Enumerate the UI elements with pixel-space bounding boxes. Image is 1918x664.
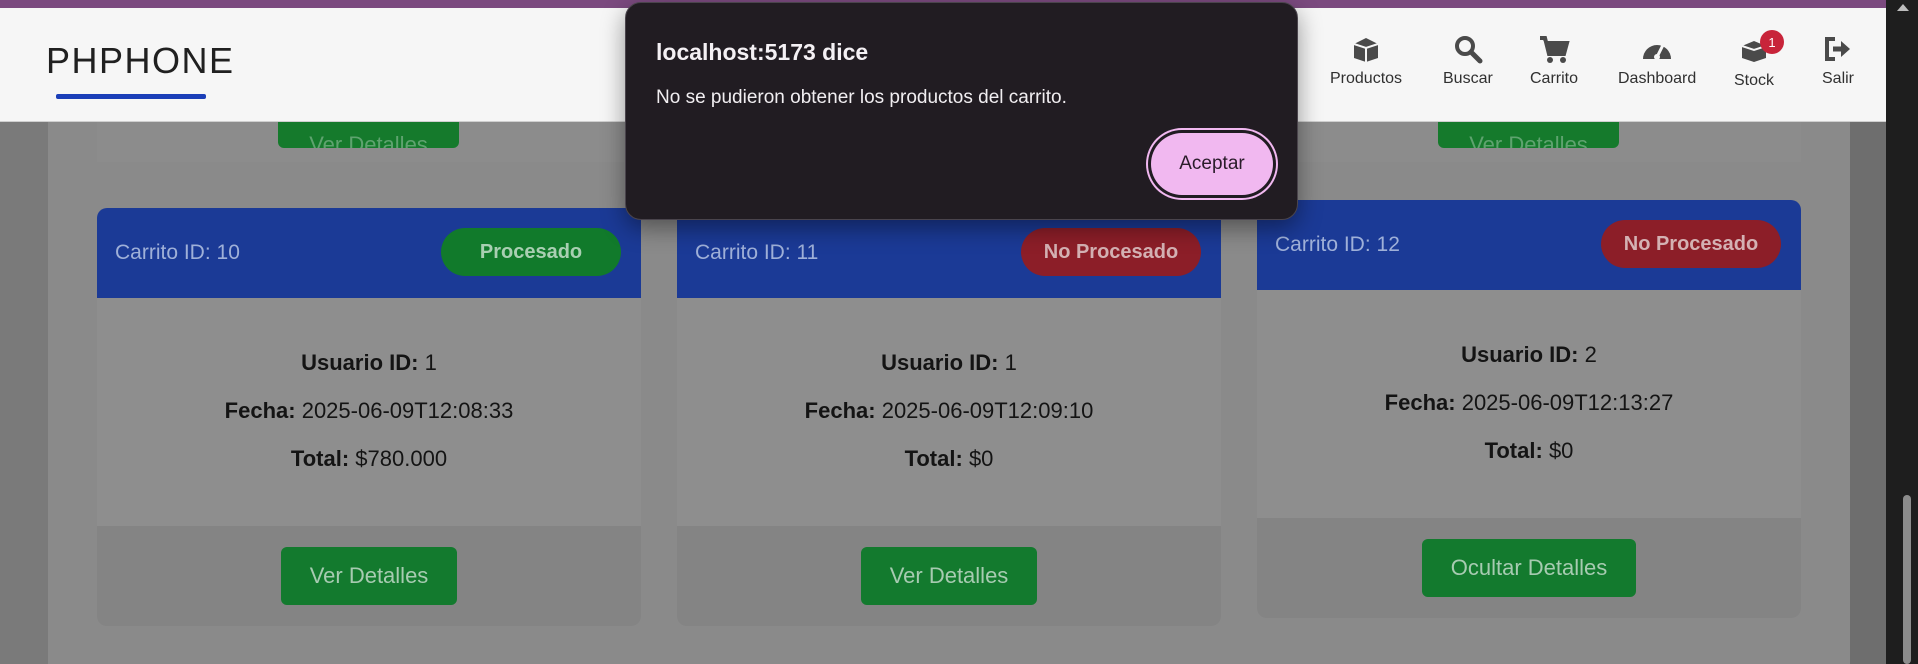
status-badge: No Procesado bbox=[1601, 220, 1781, 268]
nav-label: Carrito bbox=[1530, 70, 1579, 87]
total-row: Total: $780.000 bbox=[290, 446, 448, 471]
user-row: Usuario ID: 2 bbox=[1461, 342, 1597, 367]
status-badge: Procesado bbox=[441, 228, 621, 276]
nav-dashboard[interactable]: Dashboard bbox=[1618, 32, 1696, 88]
nav-label: Salir bbox=[1822, 70, 1855, 87]
user-row: Usuario ID: 1 bbox=[881, 350, 1017, 375]
card-body: Usuario ID: 1 Fecha: 2025-06-09T12:09:10… bbox=[677, 298, 1221, 526]
previous-details-button[interactable]: Ver Detalles bbox=[1438, 122, 1619, 148]
nav-label: Dashboard bbox=[1618, 70, 1697, 87]
nav-stock[interactable]: 1 Stock bbox=[1734, 30, 1784, 90]
card-body: Usuario ID: 2 Fecha: 2025-06-09T12:13:27… bbox=[1257, 290, 1801, 518]
cart-card: Carrito ID: 12 No Procesado Usuario ID: … bbox=[1257, 200, 1801, 618]
nav-productos[interactable]: Productos bbox=[1330, 32, 1402, 88]
dashboard-icon bbox=[1641, 32, 1673, 66]
accept-button[interactable]: Aceptar bbox=[1151, 133, 1273, 195]
total-row: Total: $0 bbox=[904, 446, 994, 471]
status-badge: No Procesado bbox=[1021, 228, 1201, 276]
date-row: Fecha: 2025-06-09T12:13:27 bbox=[1384, 390, 1674, 415]
card-header: Carrito ID: 12 No Procesado bbox=[1257, 200, 1801, 290]
date-row: Fecha: 2025-06-09T12:08:33 bbox=[224, 398, 514, 423]
scrollbar[interactable] bbox=[1886, 0, 1918, 664]
nav-buscar[interactable]: Buscar bbox=[1443, 32, 1493, 88]
card-header: Carrito ID: 11 No Procesado bbox=[677, 208, 1221, 298]
nav-salir[interactable]: Salir bbox=[1822, 32, 1854, 88]
brand-logo[interactable]: PHPHONE bbox=[46, 40, 235, 82]
dialog-message: No se pudieron obtener los productos del… bbox=[656, 87, 1067, 108]
page-gutter bbox=[1850, 122, 1886, 664]
cart-card: Carrito ID: 10 Procesado Usuario ID: 1 F… bbox=[97, 208, 641, 626]
cart-id: Carrito ID: 11 bbox=[695, 241, 819, 264]
card-header: Carrito ID: 10 Procesado bbox=[97, 208, 641, 298]
search-icon bbox=[1452, 32, 1484, 66]
hide-details-button[interactable]: Ocultar Detalles bbox=[1421, 539, 1637, 597]
nav-label: Productos bbox=[1330, 70, 1403, 87]
previous-details-button[interactable]: Ver Detalles bbox=[278, 122, 459, 148]
user-row: Usuario ID: 1 bbox=[301, 350, 437, 375]
dialog-title: localhost:5173 dice bbox=[656, 39, 869, 65]
total-row: Total: $0 bbox=[1484, 438, 1574, 463]
card-footer: Ocultar Detalles bbox=[1257, 518, 1801, 618]
stock-icon: 1 bbox=[1738, 30, 1784, 66]
nav-label: Buscar bbox=[1443, 70, 1493, 87]
card-footer: Ver Detalles bbox=[97, 526, 641, 626]
date-row: Fecha: 2025-06-09T12:09:10 bbox=[804, 398, 1094, 423]
nav-label: Stock bbox=[1734, 72, 1775, 89]
nav-carrito[interactable]: Carrito bbox=[1530, 32, 1578, 88]
box-icon bbox=[1350, 32, 1382, 66]
scroll-up-arrow[interactable] bbox=[1897, 4, 1909, 11]
view-details-button[interactable]: Ver Detalles bbox=[280, 547, 458, 605]
logout-icon bbox=[1822, 32, 1854, 66]
cart-id: Carrito ID: 10 bbox=[115, 241, 240, 264]
scrollbar-thumb[interactable] bbox=[1903, 495, 1911, 664]
cart-card: Carrito ID: 11 No Procesado Usuario ID: … bbox=[677, 208, 1221, 626]
brand-underline bbox=[56, 94, 206, 99]
cart-icon bbox=[1538, 32, 1570, 66]
alert-dialog: localhost:5173 dice No se pudieron obten… bbox=[625, 2, 1298, 220]
card-footer: Ver Detalles bbox=[677, 526, 1221, 626]
stock-badge: 1 bbox=[1760, 30, 1784, 54]
cart-id: Carrito ID: 12 bbox=[1275, 233, 1400, 256]
view-details-button[interactable]: Ver Detalles bbox=[860, 547, 1038, 605]
card-body: Usuario ID: 1 Fecha: 2025-06-09T12:08:33… bbox=[97, 298, 641, 526]
